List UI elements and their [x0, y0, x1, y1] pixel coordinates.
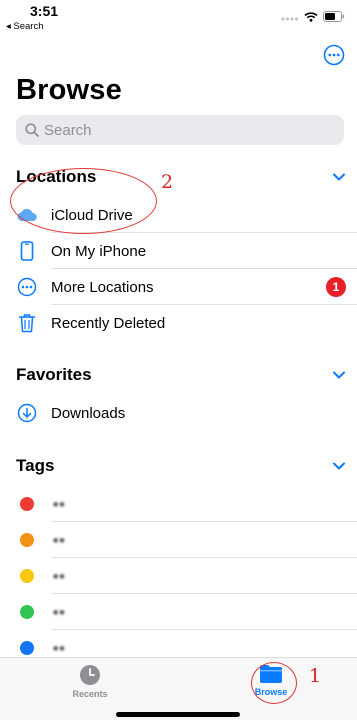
tag-item-red[interactable]: ▪▪: [16, 486, 357, 522]
page-title: Browse: [16, 74, 122, 106]
ellipsis-circle-icon: [16, 276, 38, 298]
sidebar-item-downloads[interactable]: Downloads: [16, 395, 357, 431]
tags-section-header[interactable]: Tags: [16, 454, 346, 478]
status-time: 3:51: [30, 3, 59, 19]
notification-badge: 1: [326, 277, 346, 297]
annotation-number-2: 2: [161, 171, 174, 193]
icloud-annotation-ellipse: [10, 168, 157, 234]
sidebar-item-label: Recently Deleted: [51, 314, 166, 332]
sidebar-item-label: On My iPhone: [51, 242, 147, 260]
sidebar-item-label: Downloads: [51, 404, 126, 422]
tag-label: ▪▪: [53, 639, 66, 657]
signal-icon: [281, 9, 299, 27]
tab-recents-label: Recents: [72, 689, 108, 699]
tag-label: ▪▪: [53, 603, 66, 621]
status-icons: [281, 9, 345, 27]
home-indicator: [116, 712, 240, 717]
tag-label: ▪▪: [53, 531, 66, 549]
chevron-down-icon[interactable]: [332, 368, 346, 382]
tag-item-yellow[interactable]: ▪▪: [16, 558, 357, 594]
wifi-icon: [304, 9, 318, 27]
ellipsis-circle-icon: [323, 44, 345, 66]
back-to-search-link[interactable]: ◂ Search: [6, 21, 44, 32]
status-bar: 3:51 ◂ Search: [0, 0, 357, 36]
annotation-number-1: 1: [309, 665, 322, 687]
battery-icon: [323, 9, 345, 27]
blue-tag-dot-icon: [20, 641, 34, 655]
tag-item-green[interactable]: ▪▪: [16, 594, 357, 630]
red-tag-dot-icon: [20, 497, 34, 511]
sidebar-item-on-my-iphone[interactable]: On My iPhone: [16, 233, 357, 269]
trash-icon: [16, 312, 38, 334]
clock-icon: [80, 665, 100, 685]
search-input[interactable]: Search: [16, 115, 344, 145]
favorites-title: Favorites: [16, 365, 92, 384]
favorites-section-header[interactable]: Favorites: [16, 363, 346, 387]
search-icon: [25, 123, 39, 137]
tag-label: ▪▪: [53, 567, 66, 585]
green-tag-dot-icon: [20, 605, 34, 619]
more-options-button[interactable]: [323, 44, 345, 66]
tag-item-orange[interactable]: ▪▪: [16, 522, 357, 558]
download-circle-icon: [16, 402, 38, 424]
sidebar-item-label: More Locations: [51, 278, 154, 296]
chevron-down-icon[interactable]: [332, 170, 346, 184]
tags-title: Tags: [16, 456, 55, 475]
tag-label: ▪▪: [53, 495, 66, 513]
iphone-icon: [16, 240, 38, 262]
browse-annotation-ellipse: [251, 662, 297, 704]
tab-recents[interactable]: Recents: [45, 664, 135, 699]
yellow-tag-dot-icon: [20, 569, 34, 583]
tab-bar: Recents Browse: [0, 657, 357, 720]
sidebar-item-more-locations[interactable]: More Locations 1: [16, 269, 357, 305]
sidebar-item-recently-deleted[interactable]: Recently Deleted: [16, 305, 357, 341]
search-placeholder: Search: [44, 121, 92, 139]
orange-tag-dot-icon: [20, 533, 34, 547]
chevron-down-icon[interactable]: [332, 459, 346, 473]
